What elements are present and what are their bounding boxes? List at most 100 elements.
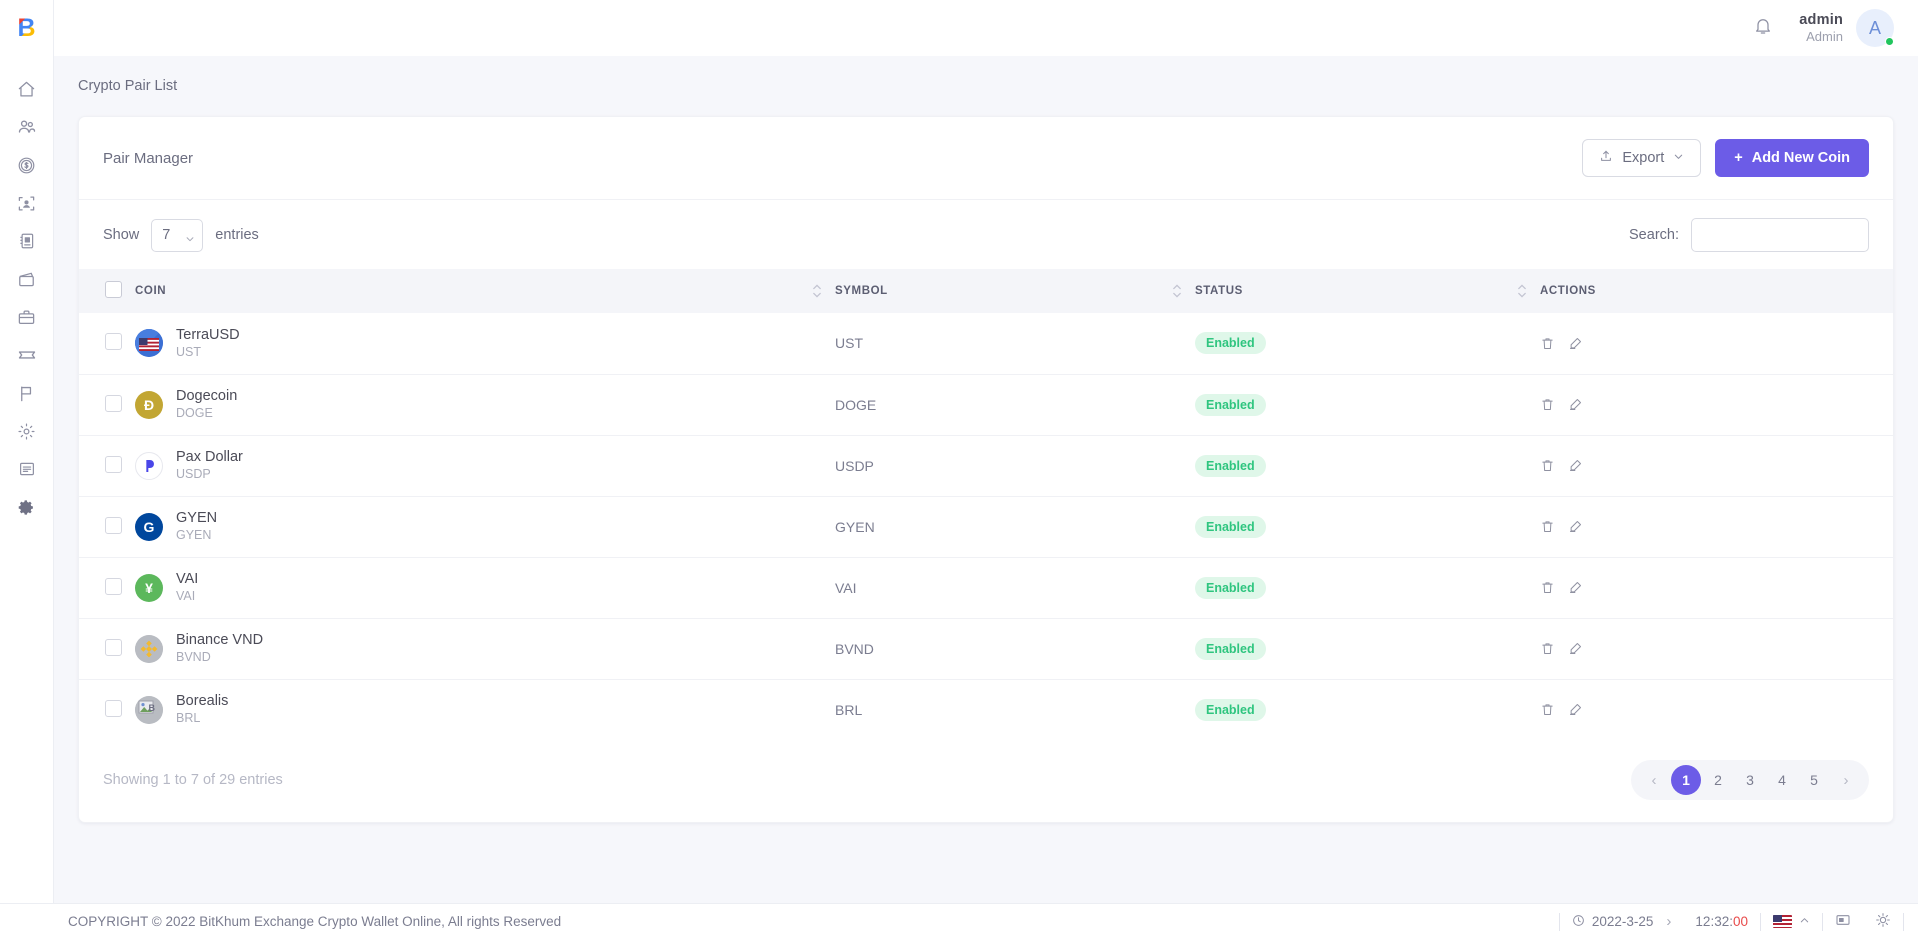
coin-ticker: VAI [176,588,198,605]
coin-info: GGYENGYEN [135,509,835,544]
sidebar-item-ticket[interactable] [7,336,47,374]
search-area: Search: [1629,218,1869,252]
status-cell: Enabled [1195,496,1540,557]
row-checkbox[interactable] [105,395,122,412]
coin-text: BorealisBRL [176,692,228,727]
page-size-select[interactable]: 7 [151,219,203,252]
locale-segment[interactable] [1761,911,1822,933]
display-icon [1835,912,1851,931]
sidebar-item-users[interactable] [7,108,47,146]
coin-text: DogecoinDOGE [176,387,237,422]
sidebar-item-configuration[interactable] [7,488,47,526]
status-badge: Enabled [1195,699,1266,721]
sidebar-item-contacts[interactable] [7,222,47,260]
status-cell: Enabled [1195,679,1540,740]
avatar[interactable]: A [1856,9,1894,47]
status-cell: Enabled [1195,618,1540,679]
table-body: TerraUSDUSTUSTEnabledÐDogecoinDOGEDOGEEn… [79,313,1893,740]
coin-cell: ÐDogecoinDOGE [135,374,835,435]
trash-icon[interactable] [1540,641,1555,656]
sidebar-item-coin[interactable] [7,146,47,184]
coin-cell: Binance VNDBVND [135,618,835,679]
row-checkbox[interactable] [105,578,122,595]
pagination-prev[interactable]: ‹ [1639,765,1669,795]
pagination-page-3[interactable]: 3 [1735,765,1765,795]
actions-cell [1540,313,1893,374]
status-cell: Enabled [1195,435,1540,496]
sidebar-item-briefcase[interactable] [7,298,47,336]
user-text: admin Admin [1799,11,1843,45]
row-checkbox[interactable] [105,333,122,350]
column-header-status[interactable]: STATUS [1195,269,1540,313]
coin-text: Binance VNDBVND [176,631,263,666]
coin-cell: GGYENGYEN [135,496,835,557]
table-row[interactable]: Pax DollarUSDPUSDPEnabled [79,435,1893,496]
edit-icon[interactable] [1568,336,1583,351]
pagination-page-1[interactable]: 1 [1671,765,1701,795]
edit-icon[interactable] [1568,519,1583,534]
symbol-cell: DOGE [835,374,1195,435]
add-new-coin-button[interactable]: + Add New Coin [1715,139,1869,177]
edit-icon[interactable] [1568,702,1583,717]
sidebar-item-gear[interactable] [7,412,47,450]
pagination-page-5[interactable]: 5 [1799,765,1829,795]
table-row[interactable]: ÐDogecoinDOGEDOGEEnabled [79,374,1893,435]
show-label: Show [103,227,139,243]
edit-icon[interactable] [1568,458,1583,473]
pagination-page-4[interactable]: 4 [1767,765,1797,795]
page-title: Crypto Pair List [78,78,177,94]
pagination-page-2[interactable]: 2 [1703,765,1733,795]
actions-cell [1540,374,1893,435]
brightness-segment[interactable] [1863,911,1903,933]
trash-icon[interactable] [1540,397,1555,412]
table-row[interactable]: Binance VNDBVNDBVNDEnabled [79,618,1893,679]
clock-icon [1572,914,1585,930]
wallet-icon [17,270,36,289]
edit-icon[interactable] [1568,641,1583,656]
row-checkbox[interactable] [105,456,122,473]
edit-icon[interactable] [1568,580,1583,595]
row-actions [1540,580,1893,595]
online-status-dot [1885,37,1894,46]
export-button[interactable]: Export [1582,139,1701,177]
user-name: admin [1799,11,1843,29]
pagination-next[interactable]: › [1831,765,1861,795]
status-badge: Enabled [1195,394,1266,416]
app-logo[interactable]: B [13,14,41,42]
date-segment[interactable]: 2022-3-25 › [1560,911,1684,933]
row-checkbox[interactable] [105,517,122,534]
trash-icon[interactable] [1540,702,1555,717]
trash-icon[interactable] [1540,336,1555,351]
pagination: ‹12345› [1631,760,1869,800]
coin-cell: TerraUSDUST [135,313,835,374]
pair-table: COIN SYMBOL STATUS [79,269,1893,740]
row-checkbox[interactable] [105,700,122,717]
table-row[interactable]: ¥VAIVAIVAIEnabled [79,557,1893,618]
coin-text: GYENGYEN [176,509,217,544]
time-segment: 12:32:00 [1683,911,1760,933]
row-checkbox[interactable] [105,639,122,656]
sidebar-item-wallet[interactable] [7,260,47,298]
trash-icon[interactable] [1540,458,1555,473]
identity-scan-icon [17,194,36,213]
trash-icon[interactable] [1540,519,1555,534]
upload-icon [1599,149,1613,167]
column-header-coin[interactable]: COIN [135,269,835,313]
sidebar-item-kyc[interactable] [7,184,47,222]
user-menu[interactable]: admin Admin A [1799,9,1894,47]
coin-name: VAI [176,570,198,588]
column-label-symbol: SYMBOL [835,285,888,297]
sidebar-item-home[interactable] [7,70,47,108]
sidebar-item-document[interactable] [7,450,47,488]
display-segment[interactable] [1823,911,1863,933]
trash-icon[interactable] [1540,580,1555,595]
select-all-checkbox[interactable] [105,281,122,298]
table-row[interactable]: TerraUSDUSTUSTEnabled [79,313,1893,374]
table-row[interactable]: GGYENGYENGYENEnabled [79,496,1893,557]
table-row[interactable]: BBorealisBRLBRLEnabled [79,679,1893,740]
edit-icon[interactable] [1568,397,1583,412]
column-header-symbol[interactable]: SYMBOL [835,269,1195,313]
notification-bell-button[interactable] [1753,16,1773,41]
sidebar-item-flag[interactable] [7,374,47,412]
search-input[interactable] [1691,218,1869,252]
